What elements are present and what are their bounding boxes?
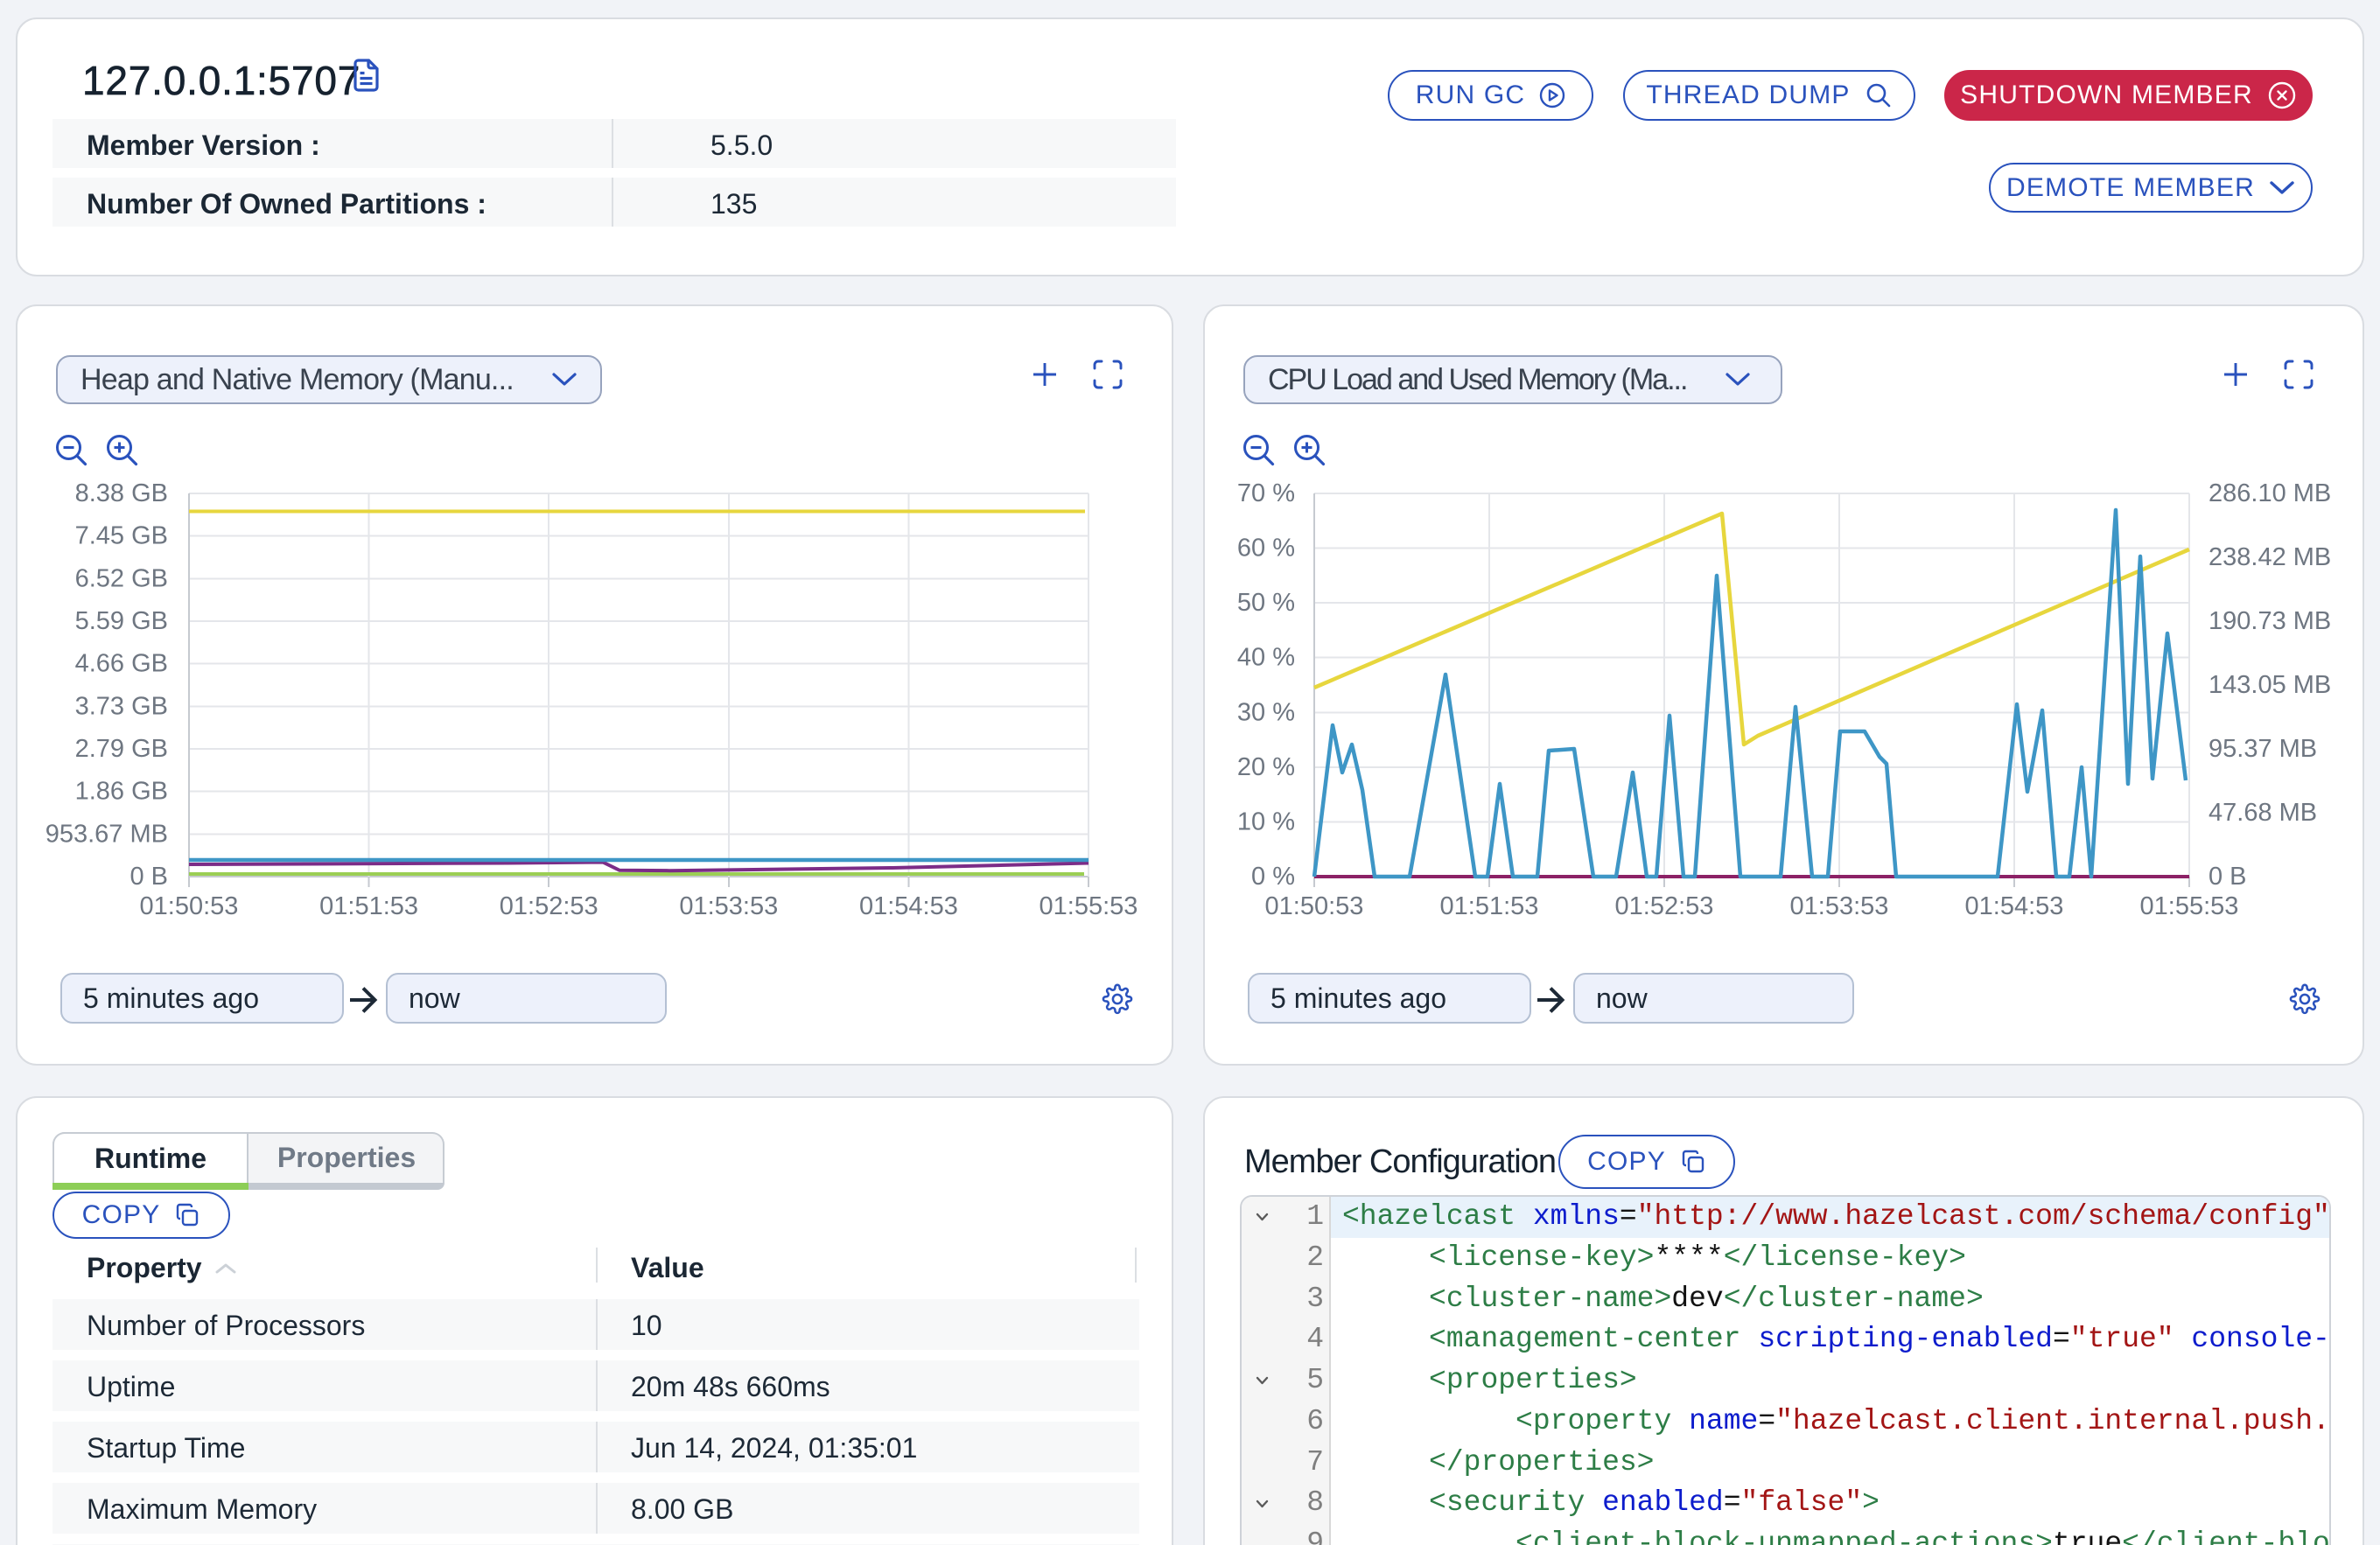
- svg-text:01:53:53: 01:53:53: [1790, 892, 1889, 920]
- svg-text:0 %: 0 %: [1251, 863, 1295, 891]
- svg-text:143.05 MB: 143.05 MB: [2208, 671, 2331, 699]
- svg-text:60 %: 60 %: [1237, 535, 1295, 563]
- svg-text:7.45 GB: 7.45 GB: [75, 522, 168, 550]
- svg-text:0 B: 0 B: [130, 863, 168, 891]
- svg-text:8.38 GB: 8.38 GB: [75, 479, 168, 507]
- svg-text:01:51:53: 01:51:53: [1440, 892, 1539, 920]
- svg-text:190.73 MB: 190.73 MB: [2208, 607, 2331, 635]
- svg-text:3.73 GB: 3.73 GB: [75, 692, 168, 720]
- svg-text:47.68 MB: 47.68 MB: [2208, 799, 2317, 827]
- svg-text:0 B: 0 B: [2208, 863, 2247, 891]
- svg-text:01:55:53: 01:55:53: [2140, 892, 2239, 920]
- svg-text:01:50:53: 01:50:53: [140, 892, 239, 920]
- svg-text:01:54:53: 01:54:53: [859, 892, 958, 920]
- svg-text:6.52 GB: 6.52 GB: [75, 564, 168, 592]
- svg-text:286.10 MB: 286.10 MB: [2208, 479, 2331, 507]
- svg-text:238.42 MB: 238.42 MB: [2208, 543, 2331, 571]
- svg-text:953.67 MB: 953.67 MB: [46, 820, 168, 848]
- svg-text:20 %: 20 %: [1237, 753, 1295, 781]
- svg-text:5.59 GB: 5.59 GB: [75, 607, 168, 635]
- svg-text:30 %: 30 %: [1237, 698, 1295, 726]
- svg-text:01:52:53: 01:52:53: [500, 892, 598, 920]
- svg-text:2.79 GB: 2.79 GB: [75, 735, 168, 763]
- svg-text:01:54:53: 01:54:53: [1965, 892, 2064, 920]
- svg-text:01:51:53: 01:51:53: [319, 892, 418, 920]
- svg-text:95.37 MB: 95.37 MB: [2208, 735, 2317, 763]
- svg-text:01:53:53: 01:53:53: [679, 892, 778, 920]
- svg-text:01:55:53: 01:55:53: [1040, 892, 1138, 920]
- svg-text:01:50:53: 01:50:53: [1265, 892, 1364, 920]
- svg-text:10 %: 10 %: [1237, 807, 1295, 835]
- svg-text:40 %: 40 %: [1237, 644, 1295, 672]
- svg-text:1.86 GB: 1.86 GB: [75, 778, 168, 806]
- svg-text:70 %: 70 %: [1237, 479, 1295, 507]
- svg-text:4.66 GB: 4.66 GB: [75, 650, 168, 678]
- svg-text:01:52:53: 01:52:53: [1615, 892, 1714, 920]
- svg-text:50 %: 50 %: [1237, 589, 1295, 617]
